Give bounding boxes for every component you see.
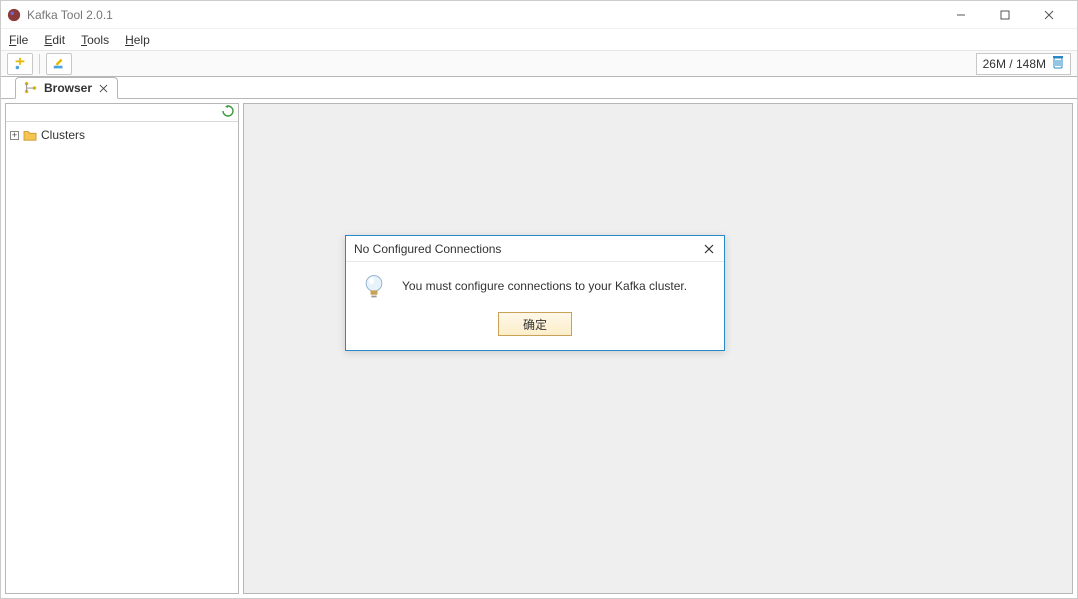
maximize-button[interactable] <box>983 1 1027 29</box>
toolbar: 26M / 148M <box>1 51 1077 77</box>
edit-button[interactable] <box>46 53 72 75</box>
titlebar: Kafka Tool 2.0.1 <box>1 1 1077 29</box>
menubar: File Edit Tools Help <box>1 29 1077 51</box>
window-controls <box>939 1 1071 29</box>
gc-trash-icon[interactable] <box>1052 55 1064 72</box>
tree-node-label: Clusters <box>41 128 85 142</box>
side-panel: + Clusters <box>5 103 239 594</box>
dialog-title-text: No Configured Connections <box>354 242 501 256</box>
app-icon <box>7 8 21 22</box>
tree-node-clusters[interactable]: + Clusters <box>10 126 234 144</box>
tree: + Clusters <box>6 122 238 593</box>
app-title: Kafka Tool 2.0.1 <box>27 8 113 22</box>
dialog-message: You must configure connections to your K… <box>402 279 687 293</box>
menu-help[interactable]: Help <box>125 33 150 47</box>
dialog-titlebar: No Configured Connections <box>346 236 724 262</box>
app-window: Kafka Tool 2.0.1 File Edit Tools Help <box>0 0 1078 599</box>
expand-icon[interactable]: + <box>10 131 19 140</box>
tab-label: Browser <box>44 81 92 95</box>
main-panel: No Configured Connections You must con <box>243 103 1073 594</box>
tab-close-icon[interactable] <box>98 83 109 94</box>
side-toolbar <box>6 104 238 122</box>
lightbulb-icon <box>360 272 388 300</box>
refresh-icon[interactable] <box>222 105 234 120</box>
menu-tools[interactable]: Tools <box>81 33 109 47</box>
toolbar-separator <box>39 54 40 74</box>
menu-file[interactable]: File <box>9 33 28 47</box>
folder-icon <box>23 129 37 141</box>
minimize-button[interactable] <box>939 1 983 29</box>
tabstrip: Browser <box>1 77 1077 99</box>
close-button[interactable] <box>1027 1 1071 29</box>
menu-edit[interactable]: Edit <box>44 33 65 47</box>
memory-status: 26M / 148M <box>976 53 1071 75</box>
tree-icon <box>24 81 38 95</box>
body: + Clusters No Configured Connections <box>1 99 1077 598</box>
memory-text: 26M / 148M <box>983 57 1046 71</box>
dialog: No Configured Connections You must con <box>345 235 725 351</box>
dialog-ok-label: 确定 <box>523 316 547 333</box>
dialog-body: You must configure connections to your K… <box>346 262 724 350</box>
add-cluster-button[interactable] <box>7 53 33 75</box>
dialog-ok-button[interactable]: 确定 <box>498 312 572 336</box>
tab-browser[interactable]: Browser <box>15 77 118 99</box>
dialog-close-icon[interactable] <box>702 242 716 256</box>
